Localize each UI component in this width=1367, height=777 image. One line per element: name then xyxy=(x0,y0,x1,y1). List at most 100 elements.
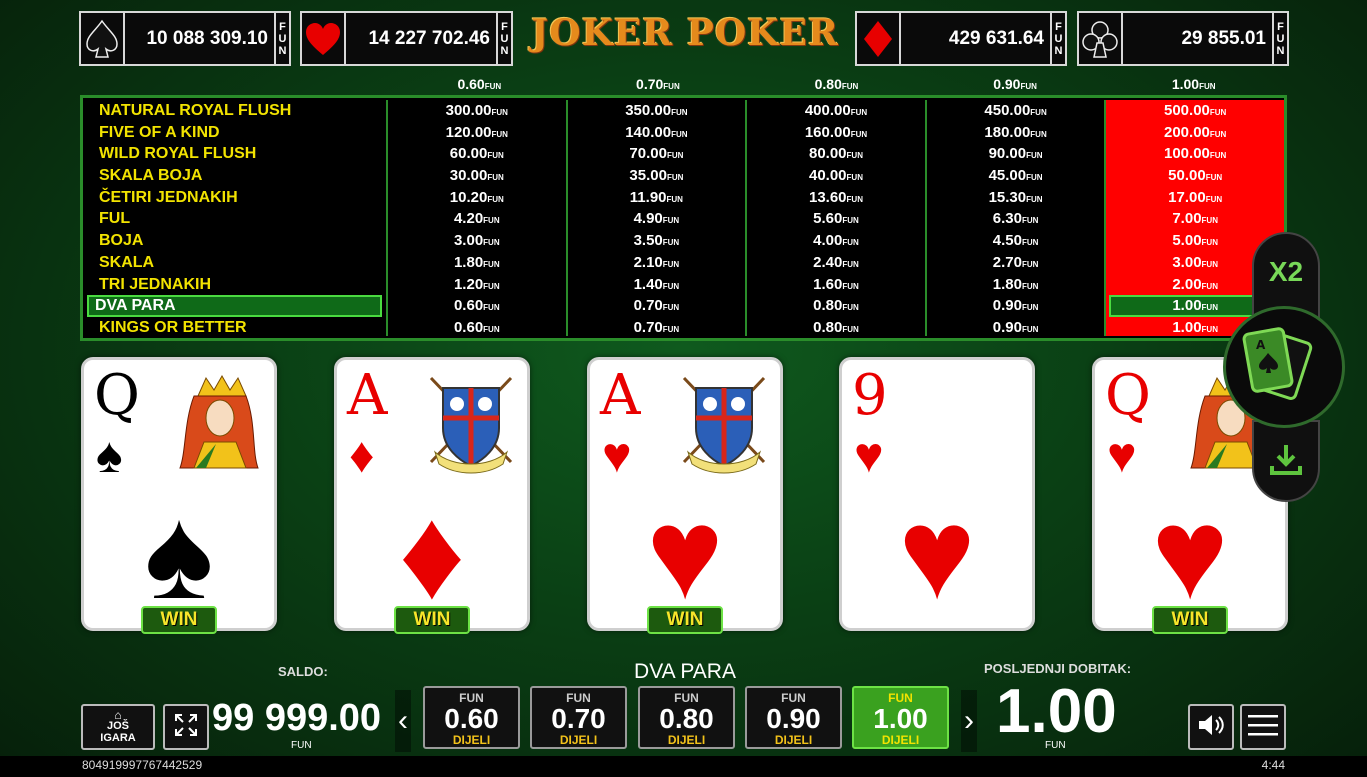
paytable-hand-name: SKALA BOJA xyxy=(99,167,203,185)
paytable-payout: 35.00FUN xyxy=(629,167,684,185)
paytable-column: 300.00FUN 120.00FUN 60.00FUN 30.00FUN 10.20F… xyxy=(388,100,568,336)
paytable-hand-name: BOJA xyxy=(99,232,144,250)
deal-bet-button[interactable]: FUN 0.80 DIJELI xyxy=(638,686,735,749)
paytable-bet-header: 0.70FUN xyxy=(636,76,680,92)
paytable-hand-name: DVA PARA xyxy=(87,295,382,317)
paytable-payout: 180.00FUN xyxy=(984,123,1047,141)
playing-card[interactable]: 9 ♥ ♥ xyxy=(839,357,1035,631)
deal-bet-button[interactable]: FUN 0.60 DIJELI xyxy=(423,686,520,749)
paytable-payout: 6.30FUN xyxy=(992,210,1039,228)
paytable-payout: 60.00FUN xyxy=(449,145,504,163)
playing-card[interactable]: Q ♠ ♠ WIN xyxy=(81,357,277,634)
jackpot-fun-label: FUN xyxy=(496,13,511,64)
card-rank: Q xyxy=(94,363,140,428)
hamburger-icon xyxy=(1248,714,1278,741)
jackpot-fun-label: FUN xyxy=(274,13,289,64)
balance-value: 99 999.00 xyxy=(212,697,382,739)
win-badge: WIN xyxy=(647,606,723,634)
paytable-payout: 100.00FUN xyxy=(1164,145,1227,163)
fullscreen-button[interactable] xyxy=(163,704,209,750)
game-title: JOKER POKER xyxy=(531,12,839,54)
deal-bet-button[interactable]: FUN 0.90 DIJELI xyxy=(745,686,842,749)
paytable-payout: 400.00FUN xyxy=(804,102,868,119)
paytable-payout: 1.20FUN xyxy=(453,275,500,293)
paytable-payout: 2.40FUN xyxy=(813,253,859,271)
paytable-payout: 45.00FUN xyxy=(988,167,1043,185)
footer-bar: 804919997767442529 4:44 xyxy=(0,756,1367,777)
clock: 4:44 xyxy=(1261,758,1285,772)
fullscreen-icon xyxy=(173,712,199,743)
crest-icon xyxy=(676,372,772,476)
jackpot-value: 429 631.64 xyxy=(948,27,1044,49)
playing-card[interactable]: A ♥ ♥ WIN xyxy=(587,357,783,634)
jackpot-fun-label: FUN xyxy=(1050,13,1065,64)
card-suit-small-icon: ♠ xyxy=(96,427,123,483)
gamble-cards-button[interactable]: A xyxy=(1223,306,1345,428)
deal-label: DIJELI xyxy=(774,733,813,747)
deal-bet-button[interactable]: FUN 1.00 DIJELI xyxy=(852,686,949,749)
bet-value: 0.60 xyxy=(444,703,499,734)
paytable-payout: 90.00FUN xyxy=(988,145,1043,163)
paytable-payout: 50.00FUN xyxy=(1168,167,1223,185)
paytable-payout: 1.80FUN xyxy=(992,275,1039,293)
paytable-payout: 4.90FUN xyxy=(633,210,680,228)
paytable-column: 450.00FUN 180.00FUN 90.00FUN 45.00FUN 15.30F… xyxy=(927,100,1107,336)
playing-card[interactable]: A ♦ ♦ WIN xyxy=(334,357,530,634)
bet-value: 0.80 xyxy=(659,703,714,734)
paytable-payout: 160.00FUN xyxy=(804,123,868,141)
card-rank: Q xyxy=(1105,363,1151,428)
paytable-payout: 0.60FUN xyxy=(453,318,500,336)
paytable-payout: 2.10FUN xyxy=(633,253,680,271)
paytable-hand-name: FIVE OF A KIND xyxy=(99,123,220,141)
last-win-label: POSLJEDNJI DOBITAK: xyxy=(984,661,1132,676)
card-suit-small-icon: ♥ xyxy=(602,427,632,483)
paytable-payout: 200.00FUN xyxy=(1164,123,1227,141)
card-suit-large-icon: ♦ xyxy=(398,480,466,626)
more-games-button[interactable]: ⌂ JOŠ IGARA xyxy=(81,704,155,750)
jackpot-fun-label: FUN xyxy=(1272,13,1287,64)
jackpot-value: 10 088 309.10 xyxy=(146,27,268,49)
paytable-payout: 30.00FUN xyxy=(449,167,504,185)
sound-button[interactable] xyxy=(1188,704,1234,750)
paytable-payout: 0.70FUN xyxy=(633,297,680,315)
win-badge: WIN xyxy=(141,606,217,634)
paytable-hand-name: SKALA xyxy=(99,253,155,271)
paytable-payout: 500.00FUN xyxy=(1164,102,1227,119)
paytable-column: 400.00FUN 160.00FUN 80.00FUN 40.00FUN 13.60F… xyxy=(747,100,927,336)
paytable-payout: 5.60FUN xyxy=(813,210,859,228)
queen-face-icon xyxy=(176,372,262,472)
jackpot-value: 14 227 702.46 xyxy=(368,27,490,49)
bet-value: 0.90 xyxy=(766,703,821,734)
deal-label: DIJELI xyxy=(881,733,920,747)
last-win-unit: FUN xyxy=(1045,740,1066,751)
svg-text:A: A xyxy=(1256,338,1266,352)
paytable-hand-name: WILD ROYAL FLUSH xyxy=(99,145,257,163)
card-suit-small-icon: ♥ xyxy=(854,427,884,483)
paytable-payout: 3.00FUN xyxy=(453,232,500,250)
menu-button[interactable] xyxy=(1240,704,1286,750)
paytable-bet-header: 0.90FUN xyxy=(993,76,1037,92)
paytable-column: 350.00FUN 140.00FUN 70.00FUN 35.00FUN 11.90F… xyxy=(568,100,748,336)
paytable-hand-name: NATURAL ROYAL FLUSH xyxy=(99,102,292,119)
paytable-payout: 0.90FUN xyxy=(992,318,1039,336)
bet-scroll-right-button[interactable]: › xyxy=(961,690,977,752)
balance-unit: FUN xyxy=(291,740,312,751)
paytable-hand-name: TRI JEDNAKIH xyxy=(99,275,212,293)
collect-button[interactable] xyxy=(1252,420,1320,502)
paytable-payout: 4.00FUN xyxy=(813,232,859,250)
club-icon xyxy=(1079,13,1123,64)
diamond-icon xyxy=(857,13,901,64)
paytable-payout: 40.00FUN xyxy=(808,167,863,185)
hand-result: DVA PARA xyxy=(634,660,736,683)
paytable-payout: 1.60FUN xyxy=(813,275,859,293)
deal-bet-button[interactable]: FUN 0.70 DIJELI xyxy=(530,686,627,749)
download-icon xyxy=(1266,439,1306,484)
jackpot-spade: 10 088 309.10 FUN xyxy=(79,11,291,66)
bet-scroll-left-button[interactable]: ‹ xyxy=(395,690,411,752)
card-suit-small-icon: ♦ xyxy=(349,427,375,483)
paytable-bet-header: 0.60FUN xyxy=(457,76,502,92)
paytable-payout: 15.30FUN xyxy=(988,188,1043,206)
paytable-payout: 1.80FUN xyxy=(453,253,500,271)
card-suit-large-icon: ♥ xyxy=(898,480,976,626)
paytable-payout: 2.70FUN xyxy=(992,253,1039,271)
